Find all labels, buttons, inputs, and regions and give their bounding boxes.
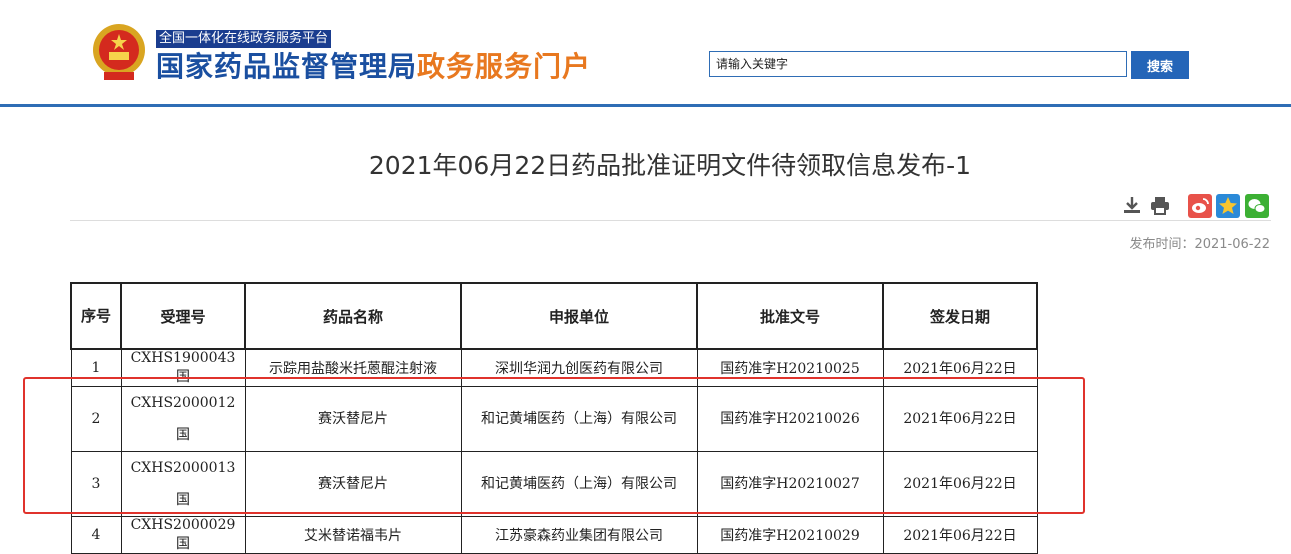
header-applicant: 申报单位 [460,282,698,350]
cell-approval-no: 国药准字H20210029 [696,516,884,554]
publish-time: 发布时间：2021-06-22 [1129,237,1270,252]
header-approval-no: 批准文号 [696,282,884,350]
cell-drug-name: 艾米替诺福韦片 [244,516,462,554]
title-divider [70,220,1271,221]
download-icon[interactable] [1121,194,1143,216]
header-issue-date: 签发日期 [882,282,1038,350]
cell-issue-date: 2021年06月22日 [882,516,1038,554]
highlight-box [23,377,1085,514]
site-header: 全国一体化在线政务服务平台 国家药品监督管理局政务服务门户 搜索 [0,0,1291,104]
cell-acceptance-no: CXHS2000029国 [120,516,246,554]
table-header-row: 序号 受理号 药品名称 申报单位 批准文号 签发日期 [70,282,1038,350]
header-divider [0,104,1291,107]
header-acceptance-no: 受理号 [120,282,246,350]
brand-portal-name: 政务服务门户 [417,50,592,83]
article-title: 2021年06月22日药品批准证明文件待领取信息发布-1 [368,151,972,180]
print-icon[interactable] [1149,194,1171,216]
weibo-share-icon[interactable] [1188,194,1212,218]
header-index: 序号 [70,282,122,350]
platform-tagline[interactable]: 全国一体化在线政务服务平台 [156,30,332,48]
favorite-star-icon[interactable] [1216,194,1240,218]
national-emblem-icon [93,24,145,80]
brand-agency-name: 国家药品监督管理局 [156,50,418,83]
cell-applicant: 江苏豪森药业集团有限公司 [460,516,698,554]
header-drug-name: 药品名称 [244,282,462,350]
search-input[interactable] [709,51,1127,77]
cell-index: 4 [70,516,122,554]
search-button[interactable]: 搜索 [1131,51,1189,79]
table-row: 4 CXHS2000029国 艾米替诺福韦片 江苏豪森药业集团有限公司 国药准字… [70,516,1038,554]
wechat-share-icon[interactable] [1245,194,1269,218]
site-brand[interactable]: 国家药品监督管理局政务服务门户 [156,50,591,84]
